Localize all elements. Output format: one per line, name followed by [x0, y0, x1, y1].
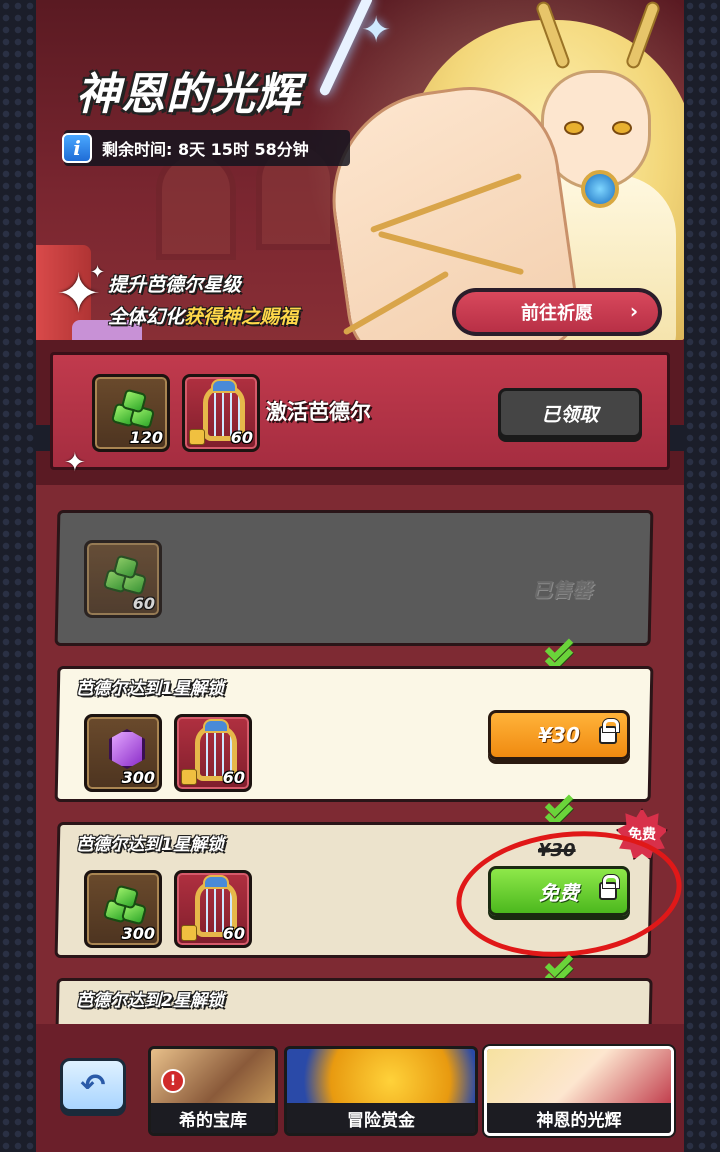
- sparkle-icon: ✦: [64, 448, 86, 478]
- tier-title: 芭德尔达到1星解锁: [76, 679, 224, 699]
- event-banner: ✦ 神恩的光辉 i 剩余时间: 8天 15时 58分钟 ✦ ✦ 提升芭德尔星级 …: [36, 0, 684, 360]
- fragment-icon: [189, 429, 205, 445]
- fragment-icon: [181, 769, 197, 785]
- blue-gem-icon: [581, 170, 619, 208]
- tier-title: 芭德尔达到1星解锁: [76, 835, 224, 855]
- activate-label: 激活芭德尔: [266, 400, 371, 424]
- item-quantity: 60: [132, 594, 155, 613]
- fragment-icon: [181, 925, 197, 941]
- green-gem-icon: [102, 884, 149, 927]
- divine-glory-art: [487, 1049, 671, 1107]
- tab-treasury[interactable]: ! 希的宝库: [148, 1046, 278, 1136]
- back-arrow-icon: ↶: [80, 1067, 106, 1103]
- treasury-art: !: [151, 1049, 275, 1107]
- window-decoration: [156, 150, 236, 260]
- reward-item[interactable]: 60: [182, 374, 260, 452]
- bounty-art: [287, 1049, 475, 1107]
- tab-divine-glory[interactable]: 神恩的光辉: [484, 1046, 674, 1136]
- harp-crest: [211, 379, 237, 393]
- alert-icon: !: [161, 1069, 185, 1093]
- eye-icon: [612, 121, 632, 135]
- lock-icon: [599, 719, 619, 744]
- item-quantity: 300: [121, 924, 155, 943]
- claimed-button[interactable]: 已领取: [498, 388, 642, 438]
- star-icon: ✦: [361, 10, 392, 51]
- purple-gem-icon: [109, 729, 145, 769]
- promo-highlight: 获得神之赐福: [184, 306, 299, 328]
- sold-out-label: 已售罄: [532, 578, 592, 602]
- event-title: 神恩的光辉: [76, 69, 301, 120]
- back-button[interactable]: ↶: [60, 1058, 126, 1112]
- reward-item[interactable]: 120: [92, 374, 170, 452]
- price-label: ¥30: [538, 723, 580, 747]
- item-quantity: 300: [121, 768, 155, 787]
- green-gem-icon: [110, 388, 157, 431]
- left-border-pattern: [0, 0, 36, 1152]
- item-quantity: 120: [129, 428, 163, 447]
- item-quantity: 60: [222, 924, 245, 943]
- tier-title: 芭德尔达到2星解锁: [76, 991, 224, 1011]
- go-pray-label: 前往祈愿: [521, 303, 593, 324]
- promo-line-2: 全体幻化获得神之赐福: [108, 302, 298, 329]
- chevron-right-icon: ›: [629, 299, 639, 323]
- timer-text: 剩余时间: 8天 15时 58分钟: [102, 140, 309, 159]
- reward-item[interactable]: 300: [84, 714, 162, 792]
- tab-bounty[interactable]: 冒险赏金: [284, 1046, 478, 1136]
- reward-item[interactable]: 60: [84, 540, 162, 618]
- event-screen: ✦ 神恩的光辉 i 剩余时间: 8天 15时 58分钟 ✦ ✦ 提升芭德尔星级 …: [36, 0, 684, 1152]
- promo-prefix: 全体幻化: [108, 306, 185, 328]
- reward-item[interactable]: 60: [174, 870, 252, 948]
- go-pray-button[interactable]: 前往祈愿 ›: [452, 288, 662, 336]
- right-border-pattern: [684, 0, 720, 1152]
- sparkle-icon: ✦: [90, 262, 106, 283]
- countdown-timer: i 剩余时间: 8天 15时 58分钟: [62, 130, 350, 166]
- go-pray-button-face: 前往祈愿 ›: [456, 292, 658, 332]
- eye-icon: [564, 121, 584, 135]
- item-quantity: 60: [222, 768, 245, 787]
- reward-item[interactable]: 60: [174, 714, 252, 792]
- harp-crest: [203, 719, 229, 733]
- tab-label: 冒险赏金: [287, 1103, 475, 1133]
- harp-crest: [203, 875, 229, 889]
- tab-label: 希的宝库: [151, 1103, 275, 1133]
- info-icon[interactable]: i: [62, 133, 92, 163]
- item-quantity: 60: [230, 428, 253, 447]
- promo-line-1: 提升芭德尔星级: [108, 274, 242, 296]
- reward-item[interactable]: 300: [84, 870, 162, 948]
- tab-label: 神恩的光辉: [487, 1103, 671, 1133]
- green-gem-icon: [102, 554, 149, 597]
- strip-notch: [668, 425, 684, 451]
- buy-button[interactable]: ¥30: [488, 710, 630, 760]
